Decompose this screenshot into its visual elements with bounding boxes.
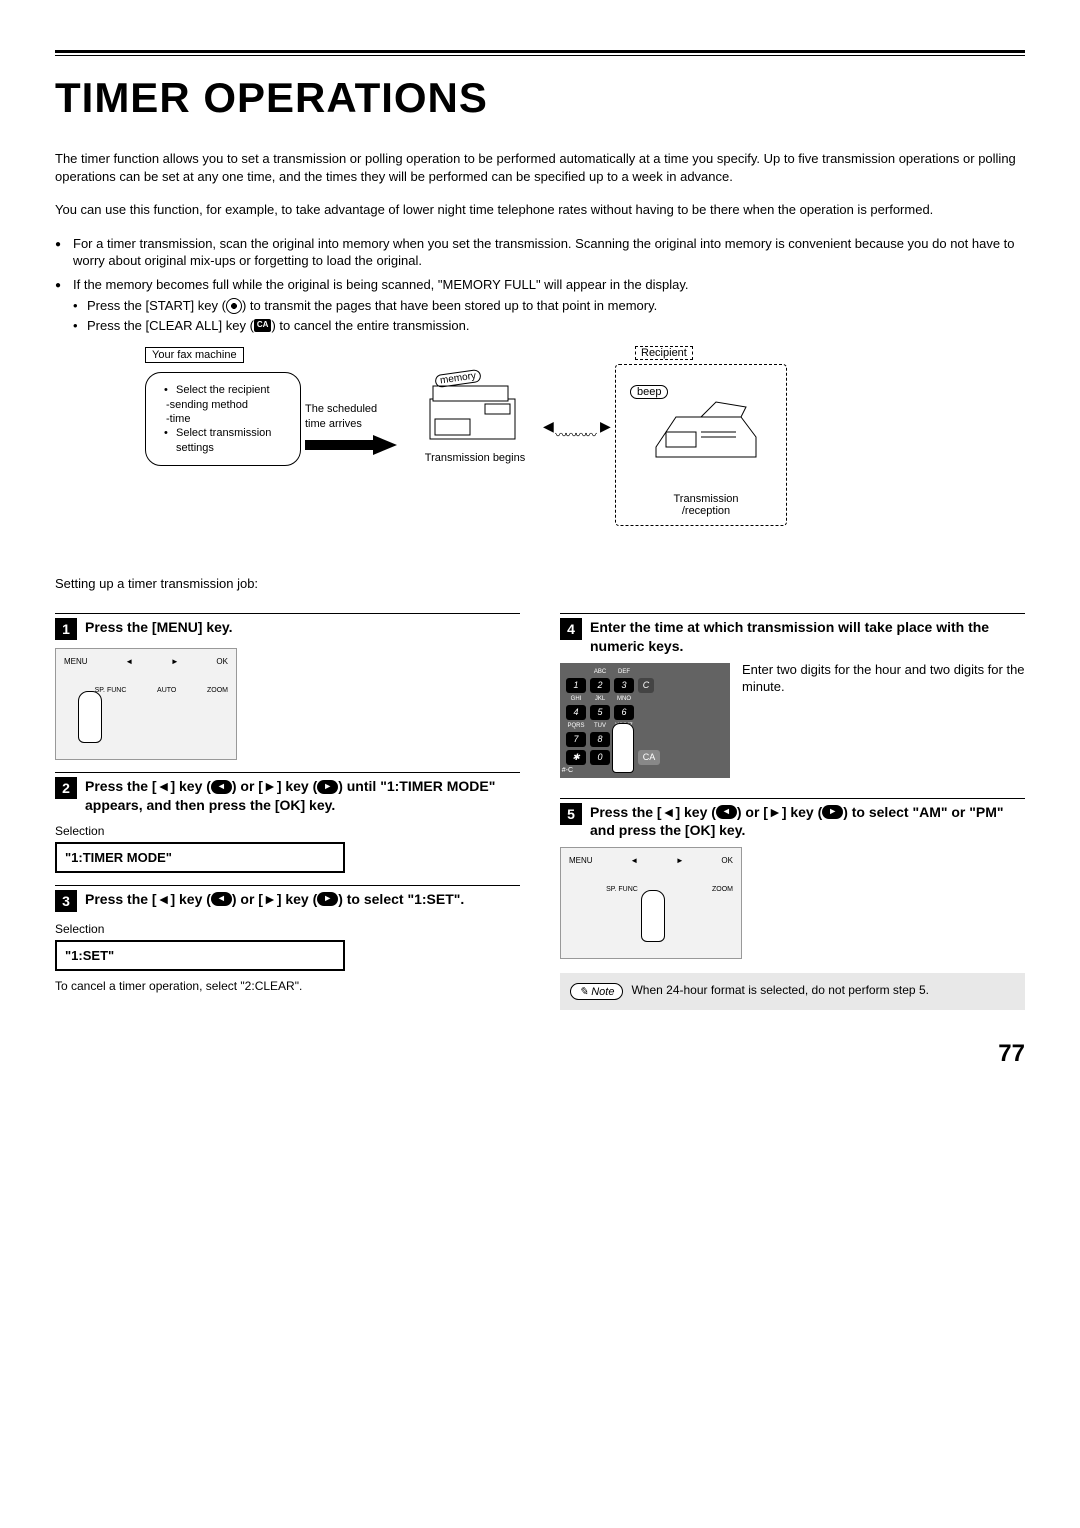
rule-thin — [55, 55, 1025, 56]
left-key-icon: ◄ — [211, 780, 232, 794]
step-4-title: Enter the time at which transmission wil… — [590, 618, 1025, 654]
intro-block: The timer function allows you to set a t… — [55, 150, 1025, 334]
copier-icon — [415, 374, 535, 449]
step-4: 4 Enter the time at which transmission w… — [560, 613, 1025, 654]
bullet-scan-memory: For a timer transmission, scan the origi… — [55, 235, 1025, 270]
note-box: ✎ Note When 24-hour format is selected, … — [560, 973, 1025, 1010]
start-key-icon — [226, 298, 242, 314]
control-panel-illustration-1: MENU ◄► OK SP. FUNC AUTO ZOOM — [55, 648, 237, 760]
step-2-title: Press the [◄] key (◄) or [►] key (►) unt… — [85, 777, 520, 813]
step-number-4: 4 — [560, 618, 582, 640]
step-3: 3 Press the [◄] key (◄) or [►] key (►) t… — [55, 885, 520, 912]
display-set: "1:SET" — [55, 940, 345, 971]
note-text: When 24-hour format is selected, do not … — [631, 983, 928, 999]
step-number-3: 3 — [55, 890, 77, 912]
intro-p1: The timer function allows you to set a t… — [55, 150, 1025, 185]
arrow-both-icon: ▶ — [600, 418, 611, 435]
menu-label: MENU — [64, 657, 88, 687]
sender-machine: memory Transmission begins — [405, 374, 545, 464]
recipient-label: Recipient — [635, 346, 693, 360]
fax-machine-icon — [646, 397, 766, 472]
left-key-icon-2: ◄ — [211, 892, 232, 906]
numeric-keypad-illustration: ABCDEF 123C GHIJKLMNO 456 PQRSTUVWXYZ 78… — [560, 663, 730, 778]
arrow-shaft — [305, 440, 375, 450]
step-3-title: Press the [◄] key (◄) or [►] key (►) to … — [85, 890, 464, 908]
left-column: 1 Press the [MENU] key. MENU ◄► OK SP. F… — [55, 601, 520, 1010]
schedule-label: The scheduled time arrives — [305, 402, 395, 431]
control-panel-illustration-2: MENU ◄► OK SP. FUNC ZOOM — [560, 847, 742, 959]
right-column: 4 Enter the time at which transmission w… — [560, 601, 1025, 1010]
sub-clear-all: Press the [CLEAR ALL] key (CA) to cancel… — [73, 317, 1025, 335]
wave-icon: 〰〰〰〰 — [555, 426, 595, 443]
hand-pointer-icon-3 — [641, 890, 665, 942]
setup-intro: Setting up a timer transmission job: — [55, 576, 1025, 591]
page-title: TIMER OPERATIONS — [55, 74, 1025, 122]
acc-label: ACC #-C — [560, 767, 573, 774]
cancel-note: To cancel a timer operation, select "2:C… — [55, 979, 520, 993]
step-5: 5 Press the [◄] key (◄) or [►] key (►) t… — [560, 798, 1025, 839]
right-key-icon-3: ► — [822, 805, 843, 819]
settings-box: Select the recipient -sending method -ti… — [145, 372, 301, 465]
clear-all-key-icon: CA — [254, 319, 272, 332]
step-5-title: Press the [◄] key (◄) or [►] key (►) to … — [590, 803, 1025, 839]
sub-start: Press the [START] key () to transmit the… — [73, 297, 1025, 315]
step-number-2: 2 — [55, 777, 77, 799]
step-number-1: 1 — [55, 618, 77, 640]
step-1: 1 Press the [MENU] key. — [55, 613, 520, 640]
right-key-icon: ► — [317, 780, 338, 794]
selection-label-2: Selection — [55, 824, 520, 838]
recipient-box: beep Transmission /reception — [615, 364, 787, 526]
rule-thick — [55, 50, 1025, 53]
tx-rx-label: Transmission /reception — [656, 493, 756, 517]
hand-pointer-icon-2 — [612, 723, 634, 773]
hand-pointer-icon — [78, 691, 102, 743]
left-key-icon-3: ◄ — [716, 805, 737, 819]
note-pill: ✎ Note — [570, 983, 623, 1000]
arrow-both-icon-2: ◀ — [543, 418, 554, 435]
bullet-memory-full: If the memory becomes full while the ori… — [55, 276, 1025, 335]
page-number: 77 — [55, 1040, 1025, 1068]
ok-label: OK — [216, 657, 228, 687]
flow-diagram: Your fax machine Select the recipient -s… — [145, 346, 1025, 546]
pencil-icon: ✎ — [579, 985, 588, 998]
intro-p2: You can use this function, for example, … — [55, 201, 1025, 219]
display-timer-mode: "1:TIMER MODE" — [55, 842, 345, 873]
step-number-5: 5 — [560, 803, 582, 825]
your-fax-label: Your fax machine — [145, 347, 244, 363]
step-2: 2 Press the [◄] key (◄) or [►] key (►) u… — [55, 772, 520, 813]
selection-label-3: Selection — [55, 922, 520, 936]
right-key-icon-2: ► — [317, 892, 338, 906]
step-1-title: Press the [MENU] key. — [85, 618, 233, 636]
arrow-head-icon — [373, 435, 397, 455]
